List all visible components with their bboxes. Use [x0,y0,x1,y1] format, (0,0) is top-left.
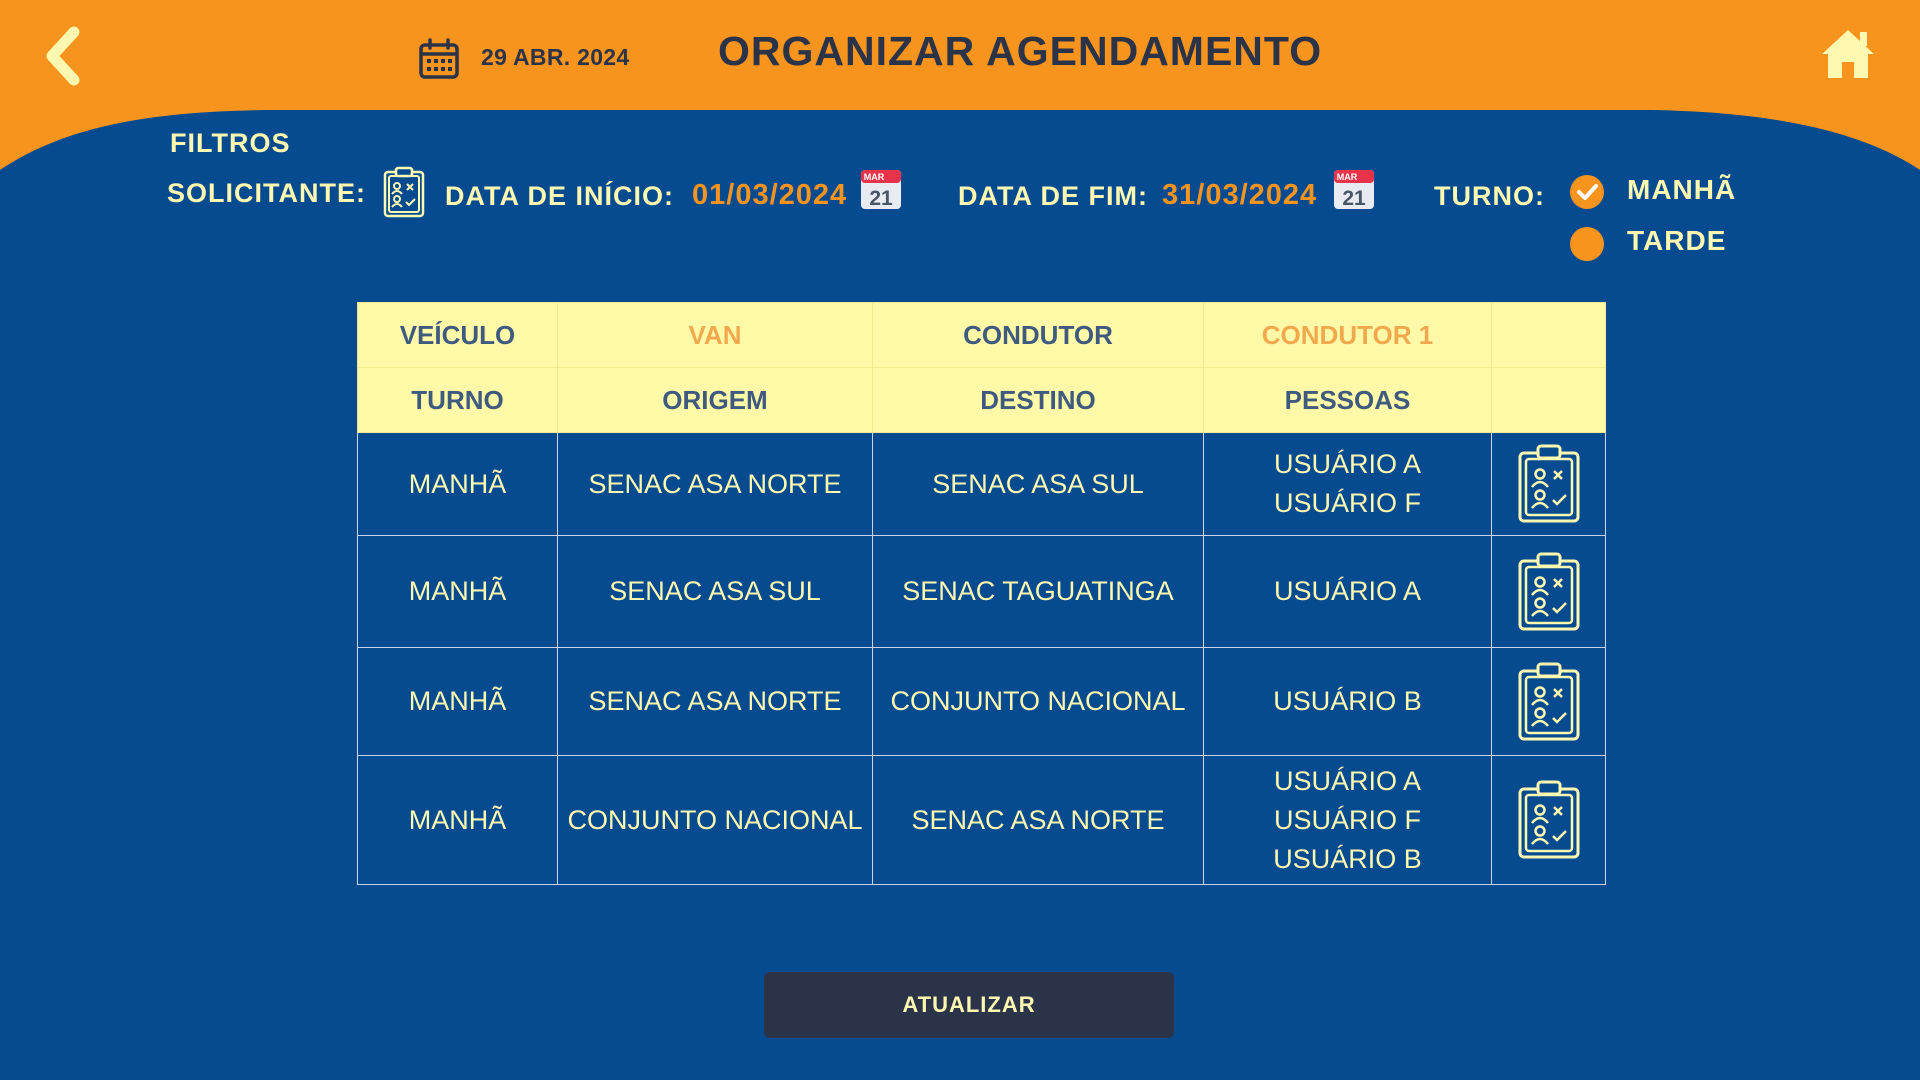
table-column-header-row: TURNO ORIGEM DESTINO PESSOAS [357,367,1606,433]
column-header-origin: ORIGEM [557,367,873,433]
cell-people: USUÁRIO B [1203,647,1492,756]
update-button[interactable]: ATUALIZAR [764,972,1174,1038]
check-icon [1577,184,1598,200]
header-driver: CONDUTOR [872,302,1204,368]
person-name: USUÁRIO A [1273,765,1422,796]
header-empty-cell [1491,302,1606,368]
end-date-value[interactable]: 31/03/2024 [1162,179,1317,212]
shift-afternoon-radio[interactable] [1570,227,1604,261]
requester-clipboard-icon[interactable] [382,166,426,218]
cell-destination: SENAC TAGUATINGA [872,535,1204,648]
header-driver-value[interactable]: CONDUTOR 1 [1203,302,1492,368]
start-calendar-day: 21 [869,187,893,210]
clipboard-users-icon[interactable] [1516,551,1582,633]
filters-heading: FILTROS [170,128,291,158]
column-header-empty [1491,367,1606,433]
schedule-table: VEÍCULO VAN CONDUTOR CONDUTOR 1 TURNO OR… [357,302,1606,885]
shift-afternoon-label: TARDE [1627,225,1727,256]
cell-destination: SENAC ASA SUL [872,432,1204,536]
cell-action [1491,432,1606,536]
cell-action [1491,647,1606,756]
cell-people: USUÁRIO A USUÁRIO F [1203,432,1492,536]
chevron-left-icon [46,26,80,86]
shift-morning-radio[interactable] [1570,175,1604,209]
table-row: MANHÃ SENAC ASA NORTE SENAC ASA SUL USUÁ… [357,432,1606,536]
cell-origin: SENAC ASA SUL [557,535,873,648]
end-calendar-month: MAR [1337,172,1358,182]
cell-destination: CONJUNTO NACIONAL [872,647,1204,756]
end-date-calendar-icon[interactable]: MAR 21 [1333,168,1375,210]
person-name: USUÁRIO F [1273,488,1421,518]
column-header-shift: TURNO [357,367,558,433]
start-calendar-month: MAR [864,172,885,182]
cell-shift: MANHÃ [357,647,558,756]
shift-morning-label: MANHÃ [1627,174,1737,205]
end-calendar-day: 21 [1342,187,1366,210]
cell-shift: MANHÃ [357,755,558,885]
table-row: MANHÃ CONJUNTO NACIONAL SENAC ASA NORTE … [357,755,1606,885]
clipboard-users-icon[interactable] [1516,443,1582,525]
header-vehicle: VEÍCULO [357,302,558,368]
column-header-destination: DESTINO [872,367,1204,433]
current-date: 29 ABR. 2024 [481,44,630,70]
cell-people: USUÁRIO A [1203,535,1492,648]
clipboard-users-icon[interactable] [1516,779,1582,861]
home-button[interactable] [1818,24,1878,84]
back-button[interactable] [40,26,90,86]
calendar-icon [418,38,460,80]
cell-destination: SENAC ASA NORTE [872,755,1204,885]
start-date-value[interactable]: 01/03/2024 [692,179,847,212]
table-row: MANHÃ SENAC ASA NORTE CONJUNTO NACIONAL … [357,647,1606,756]
requester-label: SOLICITANTE: [167,178,366,208]
table-header-row: VEÍCULO VAN CONDUTOR CONDUTOR 1 [357,302,1606,368]
clipboard-users-icon[interactable] [1516,661,1582,743]
start-date-label: DATA DE INÍCIO: [445,181,674,211]
end-date-label: DATA DE FIM: [958,181,1148,211]
cell-origin: SENAC ASA NORTE [557,647,873,756]
page-title: ORGANIZAR AGENDAMENTO [718,28,1323,74]
shift-label: TURNO: [1434,181,1545,211]
header-vehicle-value[interactable]: VAN [557,302,873,368]
person-name: USUÁRIO B [1273,843,1422,874]
table-row: MANHÃ SENAC ASA SUL SENAC TAGUATINGA USU… [357,535,1606,648]
cell-shift: MANHÃ [357,432,558,536]
column-header-people: PESSOAS [1203,367,1492,433]
cell-origin: SENAC ASA NORTE [557,432,873,536]
cell-origin: CONJUNTO NACIONAL [557,755,873,885]
person-name: USUÁRIO A [1273,576,1422,606]
home-icon [1822,30,1874,78]
person-name: USUÁRIO B [1273,686,1422,716]
cell-action [1491,755,1606,885]
start-date-calendar-icon[interactable]: MAR 21 [860,168,902,210]
cell-action [1491,535,1606,648]
person-name: USUÁRIO A [1273,449,1422,479]
person-name: USUÁRIO F [1273,804,1421,835]
cell-people: USUÁRIO A USUÁRIO F USUÁRIO B [1203,755,1492,885]
cell-shift: MANHÃ [357,535,558,648]
